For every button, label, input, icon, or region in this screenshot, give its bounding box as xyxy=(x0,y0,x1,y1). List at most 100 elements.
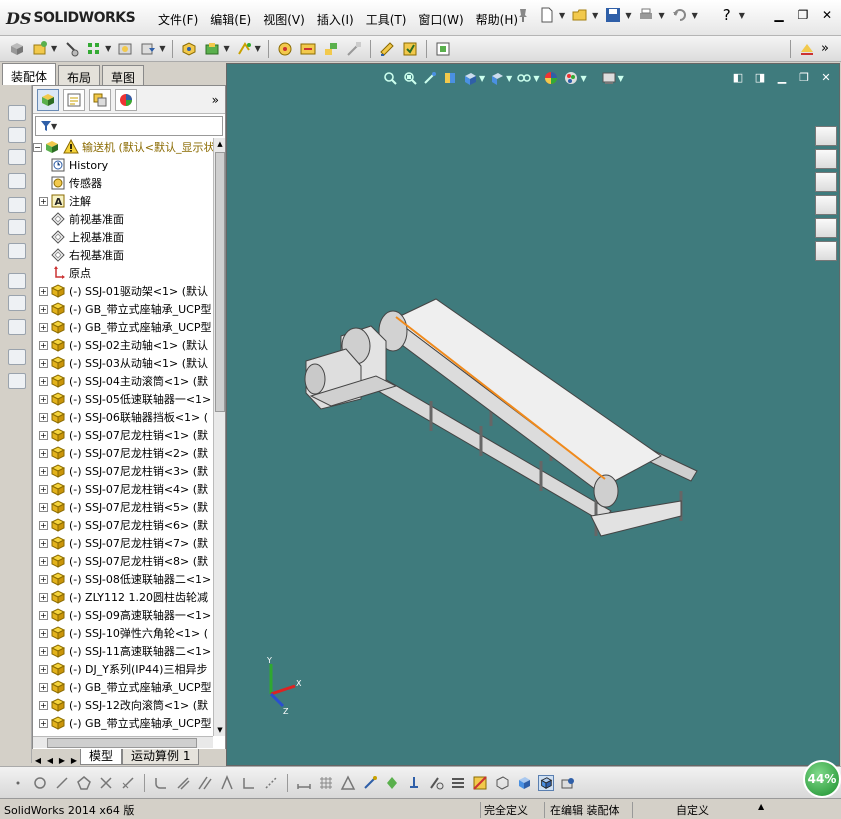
tree-vertical-scrollbar[interactable]: ▲ ▼ xyxy=(213,138,225,736)
menu-tools[interactable]: 工具(T) xyxy=(360,11,413,28)
tree-item[interactable]: + (-) DJ_Y系列(IP44)三相异步 xyxy=(33,660,213,678)
new-part-icon[interactable] xyxy=(31,40,49,58)
tree-root[interactable]: − 输送机 (默认<默认_显示状 xyxy=(33,138,213,156)
scroll-thumb[interactable] xyxy=(215,152,225,412)
dropdown-icon[interactable]: ▼ xyxy=(255,44,261,53)
expand-icon[interactable]: + xyxy=(39,520,48,530)
pencil-icon[interactable] xyxy=(8,273,26,289)
interference-detection-icon[interactable] xyxy=(276,40,294,58)
extend-icon[interactable] xyxy=(120,775,136,791)
collapse-icon[interactable]: − xyxy=(33,142,42,152)
convert-entities-icon[interactable] xyxy=(197,775,213,791)
tree-filter[interactable]: ▼ xyxy=(35,116,223,136)
tab-prev-icon[interactable]: ◀ xyxy=(44,756,56,765)
cube-view-icon[interactable] xyxy=(8,219,26,235)
copy-icon[interactable] xyxy=(8,373,26,389)
tree-item[interactable]: 传感器 xyxy=(33,174,213,192)
expand-icon[interactable]: + xyxy=(39,646,48,656)
linear-pattern-icon[interactable] xyxy=(85,40,103,58)
undo-icon[interactable] xyxy=(671,6,689,24)
menu-edit[interactable]: 编辑(E) xyxy=(204,11,257,28)
circle-icon[interactable] xyxy=(32,775,48,791)
update-speedpak-icon[interactable] xyxy=(401,40,419,58)
tangent-icon[interactable] xyxy=(428,775,444,791)
pin-icon[interactable] xyxy=(514,6,532,24)
tree-item[interactable]: + (-) SSJ-08低速联轴器二<1> xyxy=(33,570,213,588)
tab-motion-study[interactable]: 运动算例 1 xyxy=(122,749,200,765)
list-icon[interactable] xyxy=(450,775,466,791)
expand-icon[interactable]: + xyxy=(39,682,48,692)
expand-icon[interactable]: + xyxy=(39,286,48,296)
relations-icon[interactable] xyxy=(340,774,356,791)
tree-item[interactable]: + (-) ZLY112 1.20圆柱齿轮减 xyxy=(33,588,213,606)
tab-last-icon[interactable]: ▶ xyxy=(68,756,80,765)
mirror-icon[interactable] xyxy=(219,774,235,791)
tree-item[interactable]: + (-) SSJ-06联轴器挡板<1> ( xyxy=(33,408,213,426)
expand-icon[interactable]: + xyxy=(39,394,48,404)
trim-icon[interactable] xyxy=(98,775,114,791)
expand-icon[interactable]: + xyxy=(39,484,48,494)
tab-sketch[interactable]: 草图 xyxy=(102,65,145,85)
tree-item[interactable]: + (-) SSJ-09高速联轴器一<1> xyxy=(33,606,213,624)
menu-window[interactable]: 窗口(W) xyxy=(412,11,469,28)
grid-icon[interactable] xyxy=(318,775,334,791)
open-folder-icon[interactable] xyxy=(571,6,589,24)
tree-item[interactable]: + (-) SSJ-03从动轴<1> (默认 xyxy=(33,354,213,372)
explode-view-icon[interactable] xyxy=(322,40,340,58)
expand-icon[interactable]: + xyxy=(39,664,48,674)
dropdown-icon[interactable]: ▼ xyxy=(51,44,57,53)
tree-item[interactable]: + (-) SSJ-07尼龙柱销<6> (默 xyxy=(33,516,213,534)
tree-item[interactable]: 右视基准面 xyxy=(33,246,213,264)
expand-icon[interactable]: + xyxy=(39,466,48,476)
fillet-icon[interactable] xyxy=(153,775,169,791)
print-dropdown-icon[interactable]: ▼ xyxy=(658,11,664,20)
camera-icon[interactable] xyxy=(560,775,576,791)
tree-item[interactable]: 上视基准面 xyxy=(33,228,213,246)
toolbar-overflow-icon[interactable]: » xyxy=(821,41,829,56)
help-icon[interactable]: ? xyxy=(718,6,736,24)
polygon-icon[interactable] xyxy=(76,775,92,791)
expand-icon[interactable]: + xyxy=(39,610,48,620)
tab-layout[interactable]: 布局 xyxy=(58,65,101,85)
menu-view[interactable]: 视图(V) xyxy=(257,11,311,28)
more-tools-icon[interactable] xyxy=(798,40,816,58)
tree-item[interactable]: + (-) SSJ-12改向滚筒<1> (默 xyxy=(33,696,213,714)
smart-dimension-icon[interactable] xyxy=(362,775,378,791)
construction-geometry-icon[interactable] xyxy=(263,775,279,791)
status-custom-units[interactable]: 自定义 xyxy=(676,802,709,818)
panel-overflow-icon[interactable]: » xyxy=(212,93,219,107)
tree-item[interactable]: + (-) GB_带立式座轴承_UCP型 xyxy=(33,714,213,732)
expand-icon[interactable]: + xyxy=(39,700,48,710)
tree-item[interactable]: + (-) SSJ-10弹性六角轮<1> ( xyxy=(33,624,213,642)
tree-item[interactable]: + (-) SSJ-04主动滚筒<1> (默 xyxy=(33,372,213,390)
instant3d-icon[interactable] xyxy=(378,40,396,58)
dimension-icon[interactable] xyxy=(296,775,312,791)
expand-icon[interactable]: + xyxy=(39,538,48,548)
tree-item[interactable]: + (-) GB_带立式座轴承_UCP型 xyxy=(33,678,213,696)
cube-view-icon[interactable] xyxy=(8,105,26,121)
print-icon[interactable] xyxy=(637,6,655,24)
units-dropdown-icon[interactable]: ▲ xyxy=(758,802,764,811)
offset-icon[interactable] xyxy=(175,775,191,791)
scroll-up-icon[interactable]: ▲ xyxy=(215,138,225,150)
feature-tree-tab[interactable] xyxy=(37,88,59,111)
tree-item[interactable]: 前视基准面 xyxy=(33,210,213,228)
tree-item[interactable]: + (-) SSJ-11高速联轴器二<1> xyxy=(33,642,213,660)
snapshot-icon[interactable] xyxy=(434,40,452,58)
move-component-icon[interactable] xyxy=(139,40,157,58)
tree-item[interactable]: + (-) SSJ-02主动轴<1> (默认 xyxy=(33,336,213,354)
explode-line-sketch-icon[interactable] xyxy=(345,40,363,58)
smart-fasteners-icon[interactable] xyxy=(116,40,134,58)
expand-icon[interactable]: + xyxy=(39,502,48,512)
scroll-down-icon[interactable]: ▼ xyxy=(215,724,225,736)
save-icon[interactable] xyxy=(604,6,622,24)
mate-icon[interactable] xyxy=(62,40,80,58)
tree-item[interactable]: + (-) SSJ-05低速联轴器一<1> xyxy=(33,390,213,408)
tree-item[interactable]: + A 注解 xyxy=(33,192,213,210)
tab-next-icon[interactable]: ▶ xyxy=(56,756,68,765)
tree-item[interactable]: + (-) SSJ-07尼龙柱销<2> (默 xyxy=(33,444,213,462)
fix-icon[interactable] xyxy=(406,775,422,791)
tab-first-icon[interactable]: ◀ xyxy=(32,756,44,765)
conveyor-model[interactable] xyxy=(227,64,840,766)
display-manager-tab[interactable] xyxy=(115,88,137,111)
